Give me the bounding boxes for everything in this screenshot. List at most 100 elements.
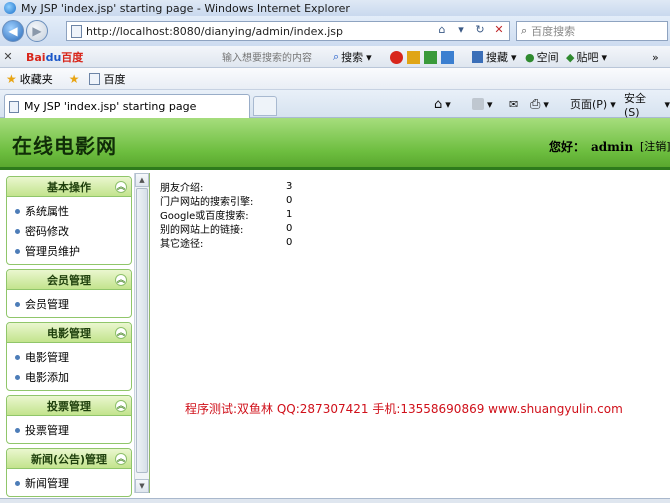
sidebar-scrollbar[interactable]: ▲ ▼	[134, 173, 149, 493]
collapse-icon[interactable]: ︽	[115, 274, 127, 286]
url-field[interactable]: http://localhost:8080/dianying/admin/ind…	[66, 21, 510, 41]
close-toolbar-icon[interactable]: ✕	[0, 50, 16, 63]
baidu-collect-label: 搜藏	[486, 51, 508, 64]
collapse-icon[interactable]: ︽	[115, 453, 127, 465]
stat-row: 其它途径: 0	[160, 235, 306, 250]
home-button[interactable]: ⌂ ▾	[434, 96, 451, 112]
collapse-icon[interactable]: ︽	[115, 400, 127, 412]
sidebar-group: 电影管理 ︽ 电影管理电影添加	[6, 322, 132, 391]
stat-label: 门户网站的搜索引擎:	[160, 196, 254, 208]
chevron-down-icon: ▾	[601, 50, 607, 64]
safety-menu[interactable]: 安全(S) ▾	[624, 92, 670, 119]
stop-icon[interactable]: ✕	[491, 23, 507, 36]
sidebar-item[interactable]: 系统属性	[7, 201, 131, 221]
print-icon: ⎙	[530, 96, 541, 112]
tab-active[interactable]: My JSP 'index.jsp' starting page	[4, 94, 250, 118]
favorites-button[interactable]: 收藏夹	[20, 71, 53, 87]
sidebar-item[interactable]: 会员管理	[7, 294, 131, 314]
sidebar-item[interactable]: 新闻管理	[7, 473, 131, 493]
sidebar-group-title: 投票管理	[47, 399, 91, 413]
sidebar-item-label: 管理员维护	[25, 245, 80, 258]
address-toolbar: ◀ ▶ http://localhost:8080/dianying/admin…	[0, 16, 670, 46]
sidebar-group-items: 电影管理电影添加	[7, 343, 131, 390]
page-icon	[71, 24, 82, 38]
dropdown-icon[interactable]: ▾	[453, 23, 469, 36]
collapse-icon[interactable]: ︽	[115, 181, 127, 193]
stat-value: 0	[286, 236, 293, 248]
search-placeholder: 百度搜索	[531, 25, 576, 38]
search-field[interactable]: ⌕ 百度搜索	[516, 21, 668, 41]
status-bar	[0, 498, 670, 503]
sidebar-item[interactable]: 电影添加	[7, 367, 131, 387]
ie-page-icon	[88, 72, 100, 85]
mail-icon: ✉	[509, 97, 519, 111]
safety-menu-label: 安全(S)	[624, 91, 646, 119]
refresh-icon[interactable]: ↻	[472, 23, 488, 36]
username: admin	[591, 140, 634, 154]
baidu-toolbar: ✕ Baidu百度 输入想要搜索的内容 ⌕ 搜索 ▾ 搜藏 ▾ ● 空间 ◆ 贴…	[0, 46, 670, 68]
sidebar-item-label: 电影添加	[25, 371, 69, 384]
bullet-icon	[15, 354, 20, 360]
baidu-app-icon[interactable]	[441, 50, 454, 64]
stat-label: Google或百度搜索:	[160, 210, 249, 222]
window-titlebar: My JSP 'index.jsp' starting page - Windo…	[0, 0, 670, 16]
baidu-space-button[interactable]: ● 空间	[525, 49, 559, 65]
stat-row: Google或百度搜索: 1	[160, 207, 306, 222]
sidebar-item-label: 系统属性	[25, 205, 69, 218]
stat-label: 朋友介绍:	[160, 182, 204, 194]
favorite-link-baidu[interactable]: 百度	[104, 71, 126, 87]
chevron-down-icon: ▾	[664, 97, 670, 111]
baidu-post-label: 贴吧	[576, 51, 599, 64]
sidebar-group-header[interactable]: 基本操作 ︽	[7, 177, 131, 197]
back-button[interactable]: ◀	[2, 20, 24, 42]
sidebar-item[interactable]: 投票管理	[7, 420, 131, 440]
page-menu[interactable]: 页面(P) ▾	[570, 96, 616, 112]
baidu-app-icons	[390, 49, 454, 65]
sidebar: 基本操作 ︽ 系统属性 密码修改 管理员维护 会员管理 ︽ 会员管理 电影管理 ︽ 电影管理 电影添加…	[0, 173, 150, 497]
print-button[interactable]: ⎙ ▾	[530, 96, 549, 112]
sidebar-group-title: 电影管理	[47, 326, 91, 340]
compat-view-icon[interactable]: ⌂	[434, 23, 450, 36]
scroll-down-icon[interactable]: ▼	[135, 479, 149, 493]
baidu-search-button[interactable]: ⌕ 搜索 ▾	[333, 49, 372, 65]
sidebar-group-header[interactable]: 电影管理 ︽	[7, 323, 131, 343]
bullet-icon	[15, 427, 20, 433]
bullet-icon	[15, 208, 20, 214]
scroll-thumb[interactable]	[136, 188, 148, 473]
baidu-app-icon[interactable]	[390, 50, 403, 64]
site-title: 在线电影网	[12, 134, 117, 158]
scroll-up-icon[interactable]: ▲	[135, 173, 149, 187]
sidebar-group: 新闻(公告)管理 ︽ 新闻管理	[6, 448, 132, 497]
add-favorite-icon[interactable]: ★	[69, 72, 80, 86]
sidebar-item[interactable]: 密码修改	[7, 221, 131, 241]
logout-link[interactable]: [注销]	[640, 138, 670, 154]
search-icon: ⌕	[333, 50, 340, 63]
collapse-icon[interactable]: ︽	[115, 327, 127, 339]
collect-icon	[472, 51, 483, 63]
forward-button[interactable]: ▶	[26, 20, 48, 42]
baidu-app-icon[interactable]	[407, 50, 420, 64]
page-icon	[9, 100, 19, 113]
visitor-source-stats: 朋友介绍: 3 门户网站的搜索引擎: 0 Google或百度搜索: 1 别的网站上的链接: 0…	[160, 179, 306, 250]
sidebar-group-header[interactable]: 会员管理 ︽	[7, 270, 131, 290]
baidu-collect-button[interactable]: 搜藏 ▾	[472, 49, 517, 65]
sidebar-group-items: 系统属性密码修改管理员维护	[7, 197, 131, 264]
chevron-down-icon: ▾	[445, 97, 451, 111]
chevron-down-icon: ▾	[511, 50, 517, 64]
baidu-app-icon[interactable]	[424, 50, 437, 64]
sidebar-item[interactable]: 管理员维护	[7, 241, 131, 261]
baidu-logo[interactable]: Baidu百度	[26, 49, 83, 65]
sidebar-group-header[interactable]: 新闻(公告)管理 ︽	[7, 449, 131, 469]
developer-contact-note: 程序测试:双鱼林 QQ:287307421 手机:13558690869 www…	[185, 402, 623, 416]
sidebar-group: 基本操作 ︽ 系统属性 密码修改 管理员维护	[6, 176, 132, 265]
sidebar-item[interactable]: 电影管理	[7, 347, 131, 367]
new-tab-button[interactable]	[253, 96, 277, 116]
chevron-down-icon: ▾	[366, 50, 372, 64]
mail-button[interactable]: ✉	[509, 96, 518, 112]
baidu-post-button[interactable]: ◆ 贴吧 ▾	[566, 49, 607, 65]
sidebar-group-header[interactable]: 投票管理 ︽	[7, 396, 131, 416]
feeds-button[interactable]: ▾	[472, 96, 493, 112]
baidu-search-input[interactable]: 输入想要搜索的内容	[210, 49, 326, 65]
stat-label: 别的网站上的链接:	[160, 224, 244, 236]
toolbar-overflow-button[interactable]: »	[652, 49, 659, 65]
